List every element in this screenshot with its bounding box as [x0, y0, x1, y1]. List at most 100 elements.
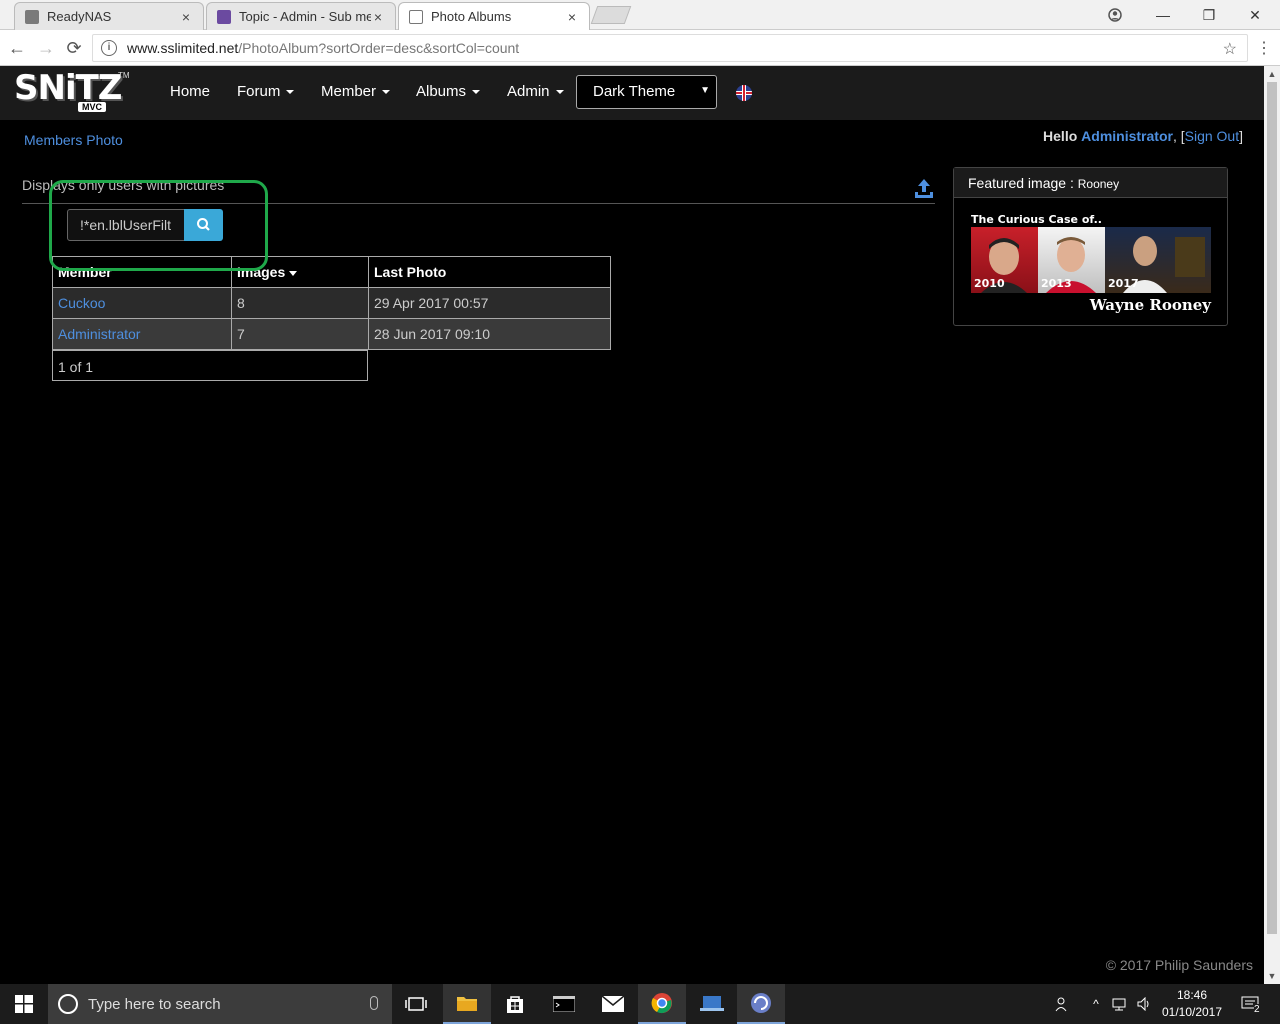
windows-taskbar: Type here to search ^ 18:46 01/10/2017 2 [0, 984, 1280, 1024]
microphone-icon[interactable] [370, 996, 378, 1010]
tab-readynas[interactable]: ReadyNAS × [14, 2, 204, 30]
images-count: 7 [231, 318, 369, 350]
photo-panel: 2013 [1038, 227, 1105, 293]
tab-close-icon[interactable]: × [371, 9, 385, 25]
image-title-text: The Curious Case of.. [971, 213, 1102, 226]
store-icon[interactable] [491, 984, 539, 1024]
page-scrollbar[interactable]: ▲ ▼ [1264, 66, 1280, 984]
nav-admin[interactable]: Admin [507, 83, 564, 100]
select-arrow-icon: ▼ [700, 85, 710, 96]
nav-albums[interactable]: Albums [416, 83, 481, 100]
reload-button[interactable]: ⟳ [63, 38, 85, 58]
site-navbar: SNiTZ TM MVC Home Forum Member Albums Ad… [0, 66, 1264, 120]
column-last-photo[interactable]: Last Photo [368, 256, 611, 288]
year-label: 2013 [1041, 277, 1072, 290]
chevron-down-icon [382, 90, 391, 95]
tray-overflow-icon[interactable]: ^ [1088, 984, 1104, 1024]
bookmark-star-icon[interactable]: ☆ [1223, 39, 1237, 59]
table-row: Administrator 7 28 Jun 2017 09:10 [52, 318, 611, 350]
forward-button[interactable]: → [35, 38, 57, 58]
terminal-icon[interactable] [540, 984, 588, 1024]
new-tab-button[interactable] [590, 6, 632, 24]
taskbar-search[interactable]: Type here to search [48, 984, 392, 1024]
back-button[interactable]: ← [6, 38, 28, 58]
featured-caption: Rooney [1077, 177, 1120, 191]
scroll-down-icon[interactable]: ▼ [1264, 968, 1280, 984]
table-row: Cuckoo 8 29 Apr 2017 00:57 [52, 287, 611, 319]
notification-count: 2 [1254, 1004, 1260, 1015]
search-placeholder: Type here to search [88, 995, 221, 1013]
year-label: 2017 [1108, 277, 1139, 290]
tab-topic-admin[interactable]: Topic - Admin - Sub men × [206, 2, 396, 30]
browser-menu-icon[interactable]: ⋮ [1256, 38, 1272, 58]
clock-date: 01/10/2017 [1161, 1005, 1223, 1019]
minimize-button[interactable]: — [1140, 0, 1186, 30]
logo-subtext: MVC [78, 102, 106, 112]
user-link[interactable]: Administrator [1081, 128, 1173, 144]
logo-trademark: TM [118, 71, 130, 80]
photo-panel: 2010 [971, 227, 1038, 293]
image-name-text: Wayne Rooney [1089, 296, 1211, 314]
volume-icon[interactable] [1134, 984, 1156, 1024]
clock-time: 18:46 [1176, 988, 1208, 1002]
images-count: 8 [231, 287, 369, 319]
featured-header: Featured image : Rooney [954, 168, 1227, 198]
scrollbar-thumb[interactable] [1267, 82, 1277, 934]
year-label: 2010 [974, 277, 1005, 290]
tab-title: ReadyNAS [47, 9, 112, 24]
remote-desktop-icon[interactable] [688, 984, 736, 1024]
address-bar[interactable]: i www.sslimited.net/PhotoAlbum?sortOrder… [92, 34, 1248, 62]
highlight-annotation [49, 180, 268, 271]
sort-desc-icon [289, 270, 298, 276]
windows-start-icon[interactable] [0, 984, 48, 1024]
chevron-down-icon [472, 90, 481, 95]
featured-image[interactable]: The Curious Case of.. 2010 2013 2017 Way… [969, 212, 1213, 314]
theme-select[interactable]: Dark Theme ▼ [576, 75, 717, 109]
address-toolbar: ← → ⟳ i www.sslimited.net/PhotoAlbum?sor… [0, 30, 1280, 66]
snitz-logo[interactable]: SNiTZ TM MVC [14, 68, 130, 116]
photo-panel: 2017 [1105, 227, 1211, 293]
tab-photo-albums[interactable]: Photo Albums × [398, 2, 590, 30]
app-swirl-icon[interactable] [737, 984, 785, 1024]
members-photo-link[interactable]: Members Photo [24, 132, 123, 148]
hello-label: Hello [1043, 128, 1078, 144]
file-explorer-icon[interactable] [443, 984, 491, 1024]
sign-out-link[interactable]: Sign Out [1185, 128, 1239, 144]
last-photo-date: 29 Apr 2017 00:57 [368, 287, 611, 319]
cortana-icon [58, 994, 78, 1014]
site-info-icon[interactable]: i [101, 40, 117, 56]
user-greeting: Hello Administrator, [Sign Out] [1043, 128, 1243, 144]
tab-close-icon[interactable]: × [565, 9, 579, 25]
chevron-down-icon [555, 90, 564, 95]
featured-label: Featured image : [968, 175, 1074, 191]
uk-flag-icon[interactable] [736, 85, 752, 101]
chrome-icon[interactable] [638, 984, 686, 1024]
system-clock[interactable]: 18:46 01/10/2017 [1158, 987, 1226, 1021]
url-host: www.sslimited.net [127, 40, 239, 56]
mail-icon[interactable] [589, 984, 637, 1024]
url-path: /PhotoAlbum?sortOrder=desc&sortCol=count [238, 40, 520, 56]
member-link[interactable]: Administrator [52, 318, 232, 350]
notifications-icon[interactable]: 2 [1236, 984, 1264, 1024]
nav-forum[interactable]: Forum [237, 83, 295, 100]
close-window-button[interactable]: ✕ [1232, 0, 1278, 30]
logo-text: SNiTZ [14, 68, 122, 108]
people-icon[interactable] [1052, 984, 1074, 1024]
upload-icon[interactable] [914, 178, 934, 200]
tab-close-icon[interactable]: × [179, 9, 193, 25]
theme-select-value: Dark Theme [593, 83, 676, 100]
nav-member[interactable]: Member [321, 83, 391, 100]
browser-tab-strip: ReadyNAS × Topic - Admin - Sub men × Pho… [0, 0, 1280, 30]
task-view-icon[interactable] [392, 984, 440, 1024]
member-link[interactable]: Cuckoo [52, 287, 232, 319]
snitz-favicon-icon [217, 9, 231, 24]
network-icon[interactable] [1110, 984, 1132, 1024]
page-viewport: SNiTZ TM MVC Home Forum Member Albums Ad… [0, 66, 1264, 984]
chevron-down-icon [286, 90, 295, 95]
profile-icon[interactable] [1092, 0, 1138, 30]
page-favicon-icon [409, 9, 423, 24]
restore-button[interactable]: ❐ [1186, 0, 1232, 30]
featured-image-panel: Featured image : Rooney The Curious Case… [953, 167, 1228, 326]
nav-home[interactable]: Home [170, 83, 210, 100]
scroll-up-icon[interactable]: ▲ [1264, 66, 1280, 82]
